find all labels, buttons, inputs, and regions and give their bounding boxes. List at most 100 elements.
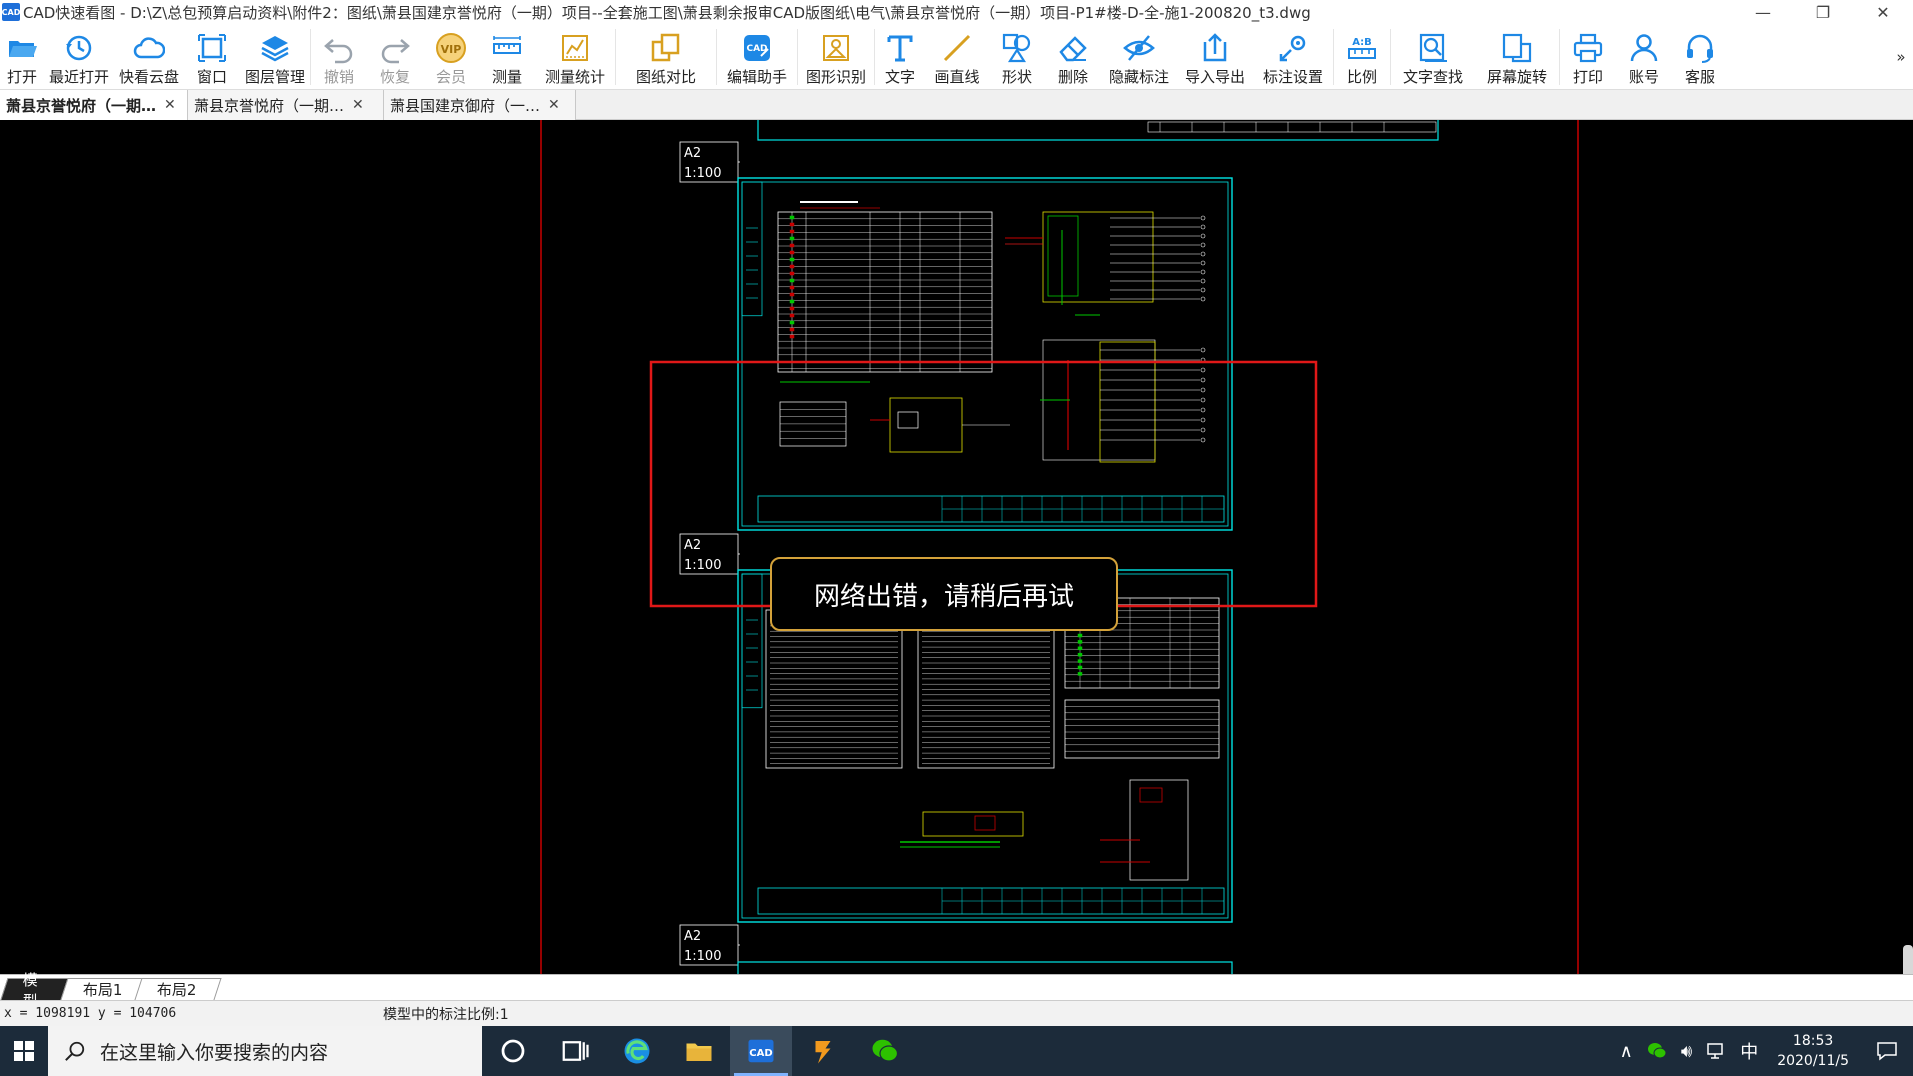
toolbar-scale-button[interactable]: A:B 比例 [1334, 24, 1390, 90]
cad-drawing[interactable]: A2 1:100 A2 1:100 A2 1:100 [0, 120, 1913, 974]
circuit-terminal [1200, 260, 1206, 266]
toolbar-account-button[interactable]: 账号 [1616, 24, 1672, 90]
layers-icon [261, 36, 289, 62]
toolbar-button-label: 账号 [1628, 68, 1659, 86]
cloud-icon [133, 37, 165, 59]
toolbar-more-button[interactable]: » [1889, 24, 1913, 90]
taskbar-search-box[interactable]: 在这里输入你要搜索的内容 [48, 1026, 482, 1076]
drawing-canvas[interactable]: A2 1:100 A2 1:100 A2 1:100 网络出错，请稍后再试 [0, 120, 1913, 974]
document-tab-label: 萧县京誉悦府（一期… [6, 96, 157, 115]
toolbar-vip-button[interactable]: VIP 会员 [423, 24, 479, 90]
clock-date: 2020/11/5 [1777, 1053, 1849, 1069]
document-tab[interactable]: 萧县国建京御府（一… ✕ [384, 90, 576, 120]
toolbar-print-button[interactable]: 打印 [1560, 24, 1616, 90]
taskbar-app-orange-button[interactable] [792, 1026, 854, 1076]
minimize-button[interactable]: — [1733, 0, 1793, 24]
table-swatch [789, 250, 795, 255]
toolbar-eraser-button[interactable]: 删除 [1045, 24, 1101, 90]
sheet-size-label: A2 [684, 538, 701, 553]
toolbar-recent-button[interactable]: 最近打开 [44, 24, 114, 90]
clock-time: 18:53 [1792, 1033, 1834, 1049]
toolbar-folder-open-button[interactable]: 打开 [0, 24, 44, 90]
toolbar-undo-button[interactable]: 撤销 [311, 24, 367, 90]
table-swatch [1077, 672, 1083, 676]
annotation-scale: 模型中的标注比例:1 [383, 1006, 509, 1023]
network-error-toast: 网络出错，请稍后再试 [770, 557, 1118, 631]
ime-indicator[interactable]: 中 [1733, 1026, 1765, 1076]
circuit-terminal [1200, 417, 1206, 423]
close-button[interactable]: ✕ [1853, 0, 1913, 24]
tray-expand-icon[interactable]: ∧ [1613, 1026, 1640, 1076]
sheet-scale-label: 1:100 [684, 949, 721, 964]
circuit-terminal [1200, 397, 1206, 403]
toolbar-layers-button[interactable]: 图层管理 [240, 24, 310, 90]
close-tab-icon[interactable]: ✕ [548, 97, 560, 113]
layout-tab[interactable]: 布局2 [134, 978, 222, 1000]
cortana-icon [501, 1039, 525, 1063]
toolbar-button-label: 测量 [491, 68, 522, 86]
cursor-coordinates: x = 1098191 y = 104706 [4, 1006, 177, 1021]
circuit-terminal [1200, 427, 1206, 433]
schematic-box [889, 397, 963, 453]
close-tab-icon[interactable]: ✕ [164, 97, 176, 113]
toolbar-shape-recognize-button[interactable]: 图形识别 [798, 24, 874, 90]
binding-strip [741, 573, 763, 709]
toolbar-hide-annotation-button[interactable]: 隐藏标注 [1101, 24, 1177, 90]
toolbar-import-export-button[interactable]: 导入导出 [1177, 24, 1253, 90]
toolbar-measure-stats-button[interactable]: 测量统计 [535, 24, 615, 90]
binding-strip [741, 181, 763, 317]
toolbar-button-label: 图层管理 [244, 68, 305, 86]
close-tab-icon[interactable]: ✕ [352, 97, 364, 113]
toolbar-compare-button[interactable]: 图纸对比 [616, 24, 716, 90]
taskbar-edge-button[interactable] [606, 1026, 668, 1076]
taskbar-cortana-button[interactable] [482, 1026, 544, 1076]
distribution-panel [1047, 215, 1079, 297]
equipment-table [1064, 699, 1220, 759]
taskbar-file-explorer-button[interactable] [668, 1026, 730, 1076]
undo-icon [324, 39, 353, 64]
toolbar-text-button[interactable]: 文字 [875, 24, 925, 90]
line-icon [943, 34, 971, 62]
table-swatch [789, 327, 795, 332]
toolbar-button-label: 隐藏标注 [1108, 68, 1169, 86]
app-logo-icon: CAD [2, 3, 20, 21]
toolbar-annotation-settings-button[interactable]: 标注设置 [1253, 24, 1333, 90]
toolbar-text-search-button[interactable]: 文字查找 [1391, 24, 1475, 90]
toolbar-edit-assistant-button[interactable]: CAD 编辑助手 [717, 24, 797, 90]
system-clock[interactable]: 18:53 2020/11/5 [1765, 1031, 1861, 1071]
toolbar-window-button[interactable]: 窗口 [184, 24, 240, 90]
toolbar-headset-button[interactable]: 客服 [1672, 24, 1728, 90]
toolbar-button-label: 快看云盘 [118, 68, 179, 86]
document-tab[interactable]: 萧县京誉悦府（一期… ✕ [0, 90, 188, 120]
document-tab-label: 萧县国建京御府（一… [390, 96, 541, 115]
windows-start-icon[interactable] [0, 1026, 48, 1076]
toolbar-measure-button[interactable]: 测量 [479, 24, 535, 90]
toolbar-line-button[interactable]: 画直线 [925, 24, 989, 90]
search-icon [65, 1041, 85, 1061]
toolbar-button-label: 删除 [1057, 68, 1088, 86]
document-tabs: 萧县京誉悦府（一期… ✕ 萧县京誉悦府（一期… ✕ 萧县国建京御府（一… ✕ [0, 90, 1913, 120]
toolbar-shape-button[interactable]: 形状 [989, 24, 1045, 90]
rotate-screen-icon [1502, 33, 1532, 63]
schematic-element [1139, 787, 1163, 803]
notification-icon[interactable] [1861, 1026, 1913, 1076]
restore-button[interactable]: ❐ [1793, 0, 1853, 24]
taskbar-task-view-button[interactable] [544, 1026, 606, 1076]
toolbar-cloud-button[interactable]: 快看云盘 [114, 24, 184, 90]
folder-open-icon [9, 41, 37, 57]
measure-icon [493, 36, 521, 54]
volume-icon[interactable]: 🔊︎ [1674, 1026, 1699, 1076]
toolbar-button-label: 比例 [1346, 68, 1377, 86]
schematic-element [897, 411, 919, 429]
taskbar-cad-app-button[interactable]: CAD [730, 1026, 792, 1076]
compare-icon [651, 33, 680, 62]
toolbar-button-label: 会员 [435, 68, 466, 86]
network-icon[interactable] [1699, 1026, 1733, 1076]
sheet-size-label: A2 [684, 929, 701, 944]
taskbar-wechat-button[interactable] [854, 1026, 916, 1076]
tray-wechat-icon[interactable] [1640, 1026, 1674, 1076]
toolbar-redo-button[interactable]: 恢复 [367, 24, 423, 90]
toolbar-rotate-screen-button[interactable]: 屏幕旋转 [1475, 24, 1559, 90]
toolbar-button-label: 形状 [1001, 68, 1032, 86]
document-tab[interactable]: 萧县京誉悦府（一期… ✕ [188, 90, 384, 120]
